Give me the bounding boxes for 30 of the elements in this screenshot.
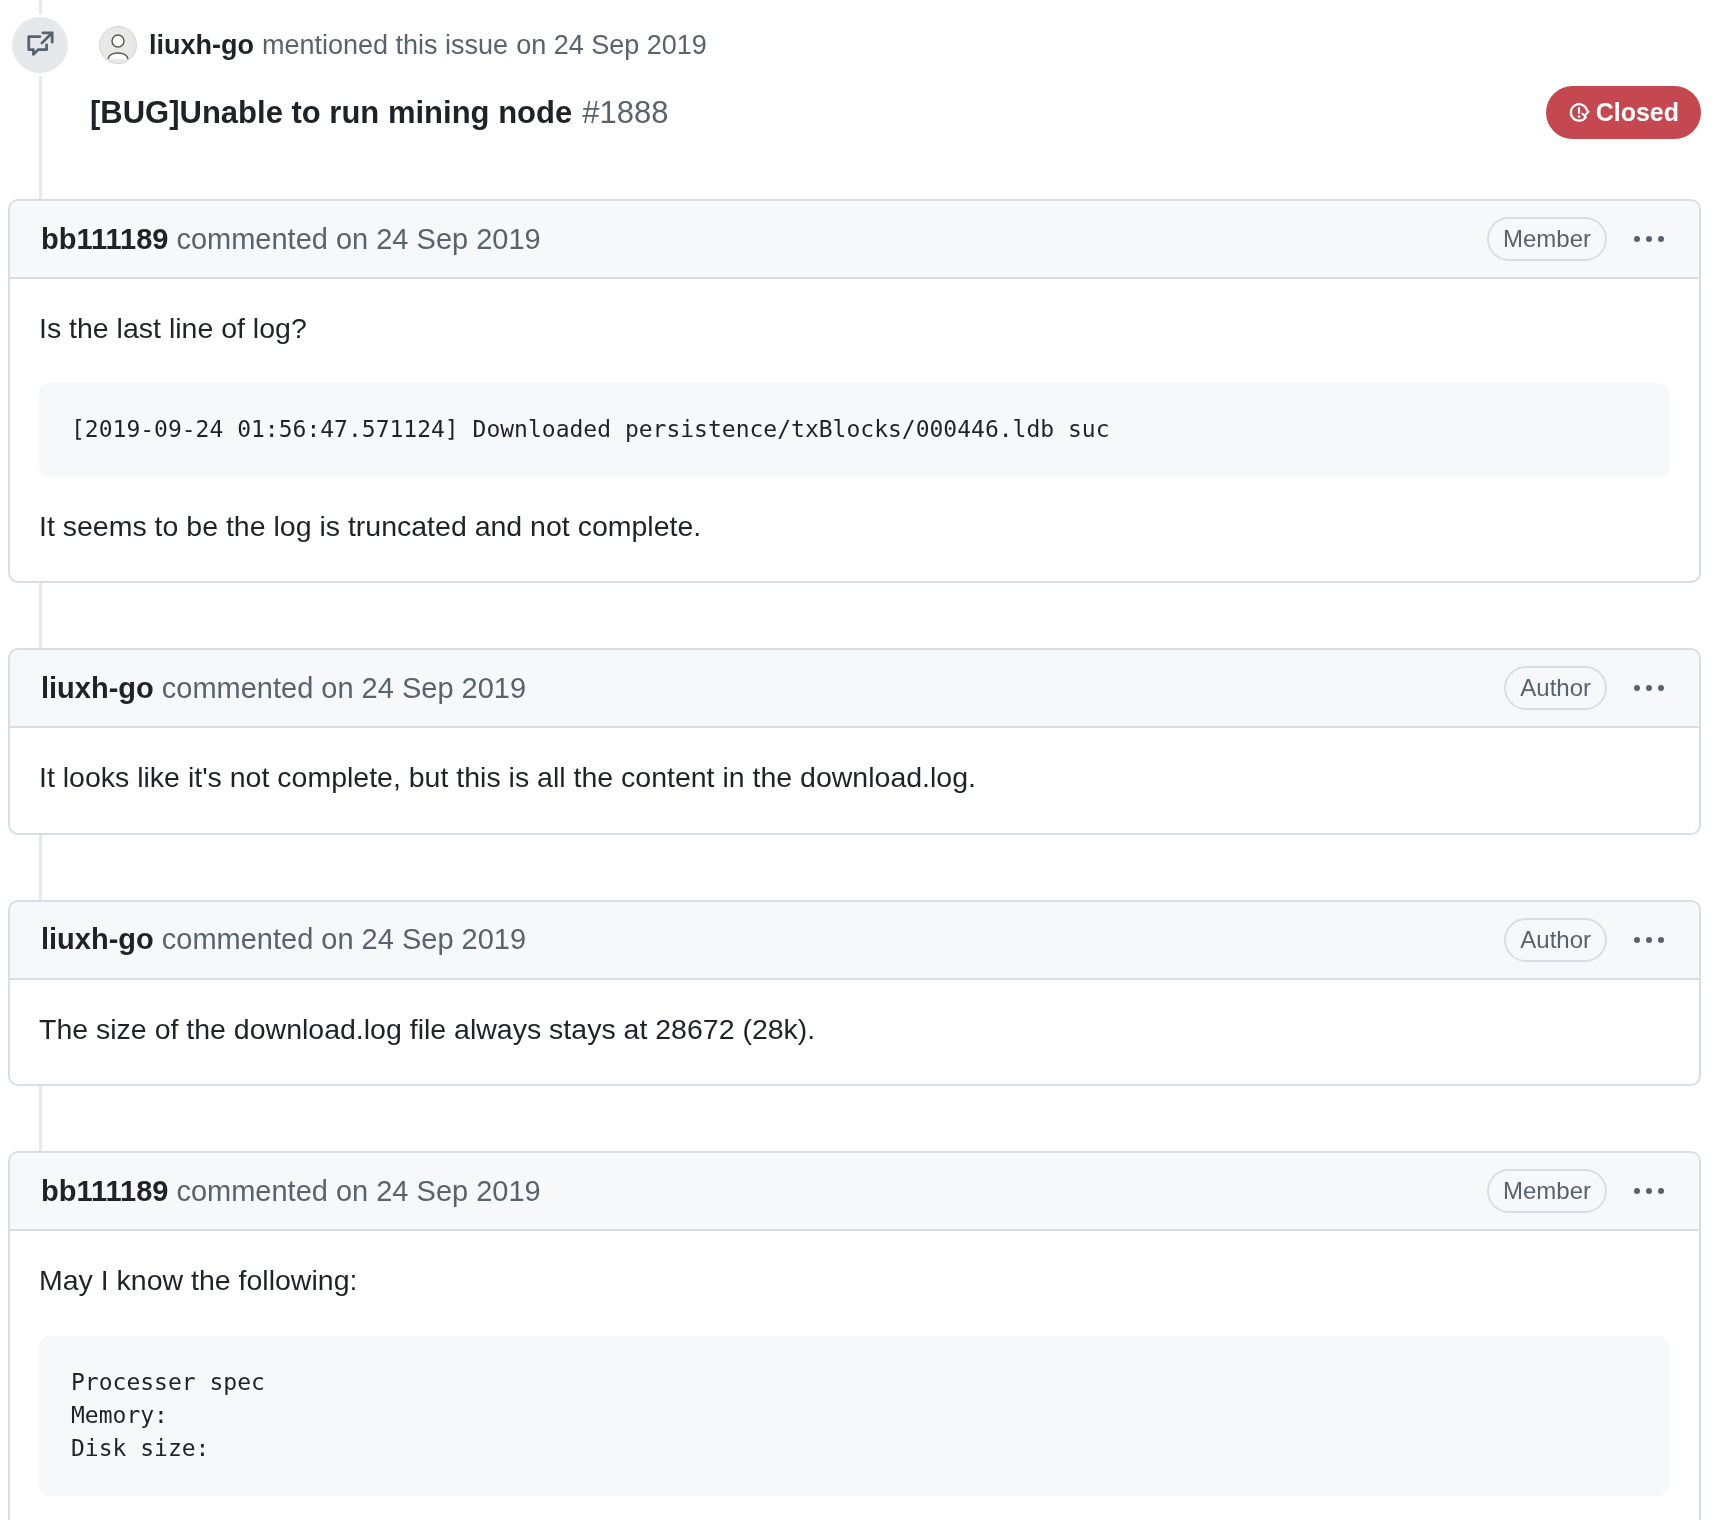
comment-text: May I know the following: (39, 1263, 359, 1299)
role-label: Member (1486, 217, 1607, 261)
code-block: Processer spec Memory: Disk size: (39, 1335, 1669, 1496)
author-link[interactable]: bb111189 (41, 1174, 169, 1208)
event-description: mentioned this issue (262, 29, 509, 61)
role-label: Author (1504, 917, 1607, 962)
author-link[interactable]: bb111189 (41, 222, 169, 256)
author-link[interactable]: liuxh-go (41, 923, 154, 957)
timestamp-link[interactable]: on 24 Sep 2019 (335, 1174, 541, 1208)
issue-title-link[interactable]: [BUG]Unable to run mining node (90, 94, 573, 131)
comment-action: commented (161, 671, 314, 705)
timestamp-link[interactable]: on 24 Sep 2019 (516, 29, 707, 61)
timestamp-link[interactable]: on 24 Sep 2019 (335, 222, 541, 256)
issue-number: #1888 (582, 94, 669, 131)
avatar-icon[interactable] (99, 26, 137, 64)
code-block: [2019-09-24 01:56:47.571124] Downloaded persistence/txBlocks/000446.ldb suc (39, 383, 1669, 477)
author-link[interactable]: liuxh-go (41, 671, 154, 705)
role-label: Author (1504, 666, 1607, 711)
comment-action: commented (161, 923, 314, 957)
author-link[interactable]: liuxh-go (149, 29, 254, 61)
timestamp-link[interactable]: on 24 Sep 2019 (321, 923, 527, 957)
comment-text: The size of the download.log file always stays at 28672 (28k). (39, 1011, 817, 1047)
timestamp-link[interactable]: on 24 Sep 2019 (321, 671, 527, 705)
role-label: Member (1486, 1169, 1607, 1214)
comment-text: It seems to be the log is truncated and not complete. (39, 508, 703, 544)
comment-action: commented (176, 222, 328, 256)
comment-action: commented (176, 1174, 328, 1208)
comment-text: It looks like it's not complete, but this is all the content in the download.log. (39, 760, 977, 796)
comment-text: Is the last line of log? (39, 311, 308, 346)
issue-state-badge: Closed (1545, 86, 1701, 139)
